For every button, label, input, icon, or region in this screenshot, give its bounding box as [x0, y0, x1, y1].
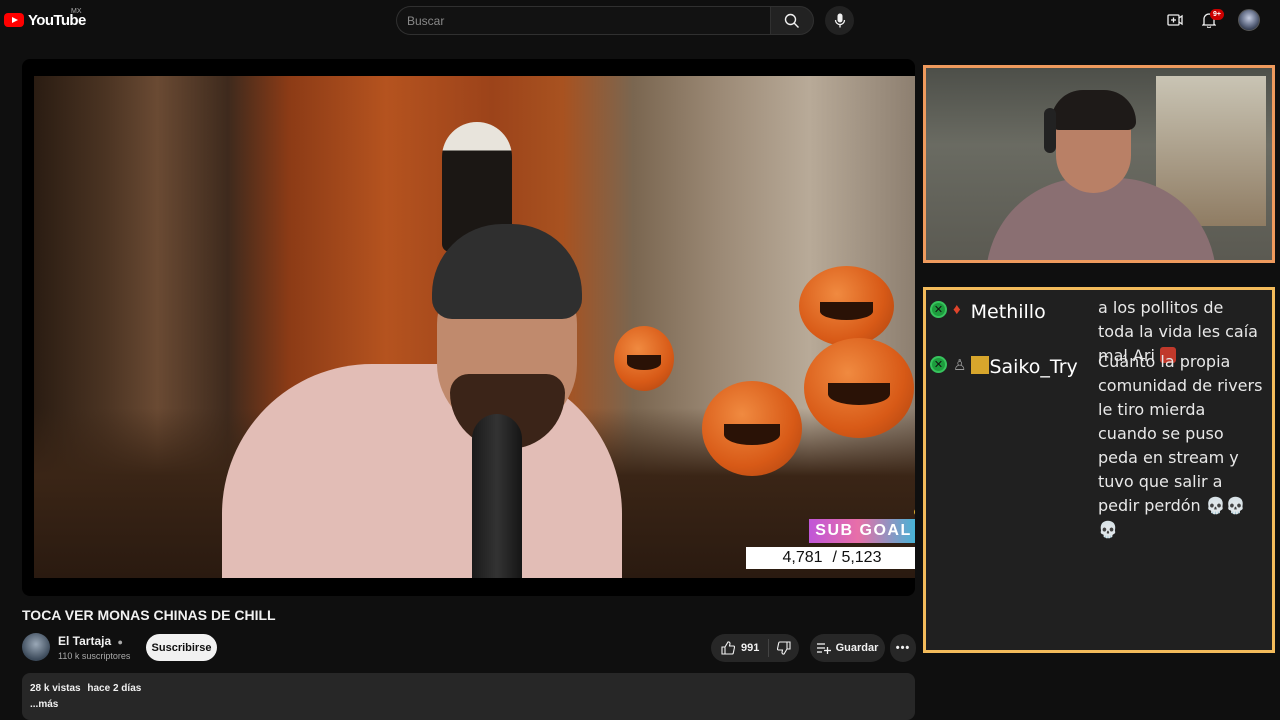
- chat-overlay: ✕ ♦ Methillo a los pollitos de toda la v…: [923, 287, 1275, 653]
- pumpkin: [804, 338, 914, 438]
- verified-icon: ●: [117, 637, 123, 647]
- create-button[interactable]: [1165, 10, 1185, 30]
- pumpkin: [702, 381, 802, 476]
- mic-icon: [834, 13, 845, 28]
- dislike-button[interactable]: [769, 641, 799, 655]
- search-input[interactable]: [407, 13, 770, 28]
- account-avatar[interactable]: [1238, 9, 1260, 31]
- chat-message: ✕ ♙ Saiko_Try: [930, 356, 1078, 378]
- more-horizontal-icon: •••: [895, 642, 911, 654]
- show-more-link[interactable]: ...más: [30, 699, 907, 710]
- search-icon: [784, 13, 799, 28]
- webcam-overlay: [923, 65, 1275, 263]
- like-dislike-group: 991: [711, 634, 799, 662]
- pumpkin: [799, 266, 894, 346]
- chat-message-text: Cuánto la propia comunidad de rivers le …: [1098, 352, 1263, 539]
- headset-icon: [1044, 108, 1056, 153]
- microphone: [472, 414, 522, 578]
- like-count: 991: [741, 642, 760, 654]
- sub-goal-current: 4,781: [782, 549, 823, 566]
- view-count: 28 k vistas: [30, 683, 81, 694]
- chat-divider: [923, 263, 1275, 287]
- chat-username: Methillo: [970, 301, 1046, 323]
- description-meta: 28 k vistas hace 2 días: [30, 683, 907, 694]
- channel-avatar[interactable]: [22, 633, 50, 661]
- thumbs-up-icon: [721, 641, 735, 655]
- voice-search-button[interactable]: [825, 6, 854, 35]
- youtube-play-icon: [4, 13, 24, 27]
- create-icon: [1167, 14, 1183, 26]
- channel-name[interactable]: El Tartaja ●: [58, 634, 123, 648]
- youtube-logo[interactable]: YouTube MX: [4, 8, 86, 30]
- streamer: [182, 224, 662, 578]
- sub-goal-target: / 5,123: [832, 549, 882, 566]
- playlist-add-icon: [816, 643, 831, 654]
- video-player[interactable]: SUB GOAL 4,781 / 5,123: [22, 59, 915, 596]
- chat-username: Saiko_Try: [989, 356, 1078, 378]
- search-box[interactable]: [396, 6, 770, 35]
- like-button[interactable]: 991: [711, 639, 769, 657]
- lock-icon: [914, 508, 915, 516]
- channel-subscribers: 110 k suscriptores: [58, 651, 131, 661]
- subscribe-button[interactable]: Suscribirse: [146, 634, 217, 661]
- search-button[interactable]: [770, 6, 814, 35]
- thumbs-down-icon: [777, 641, 791, 655]
- sub-goal-progress: 4,781 / 5,123: [746, 547, 915, 569]
- notification-badge: 9+: [1210, 9, 1224, 20]
- cam-person-hair: [1051, 90, 1136, 130]
- save-button[interactable]: Guardar: [810, 634, 885, 662]
- xbox-badge-icon: ✕: [930, 301, 947, 318]
- crown-badge-icon: [971, 356, 990, 374]
- xbox-badge-icon: ✕: [930, 356, 947, 373]
- sub-goal-label: SUB GOAL: [809, 519, 915, 543]
- description-box[interactable]: 28 k vistas hace 2 días ...más: [22, 673, 915, 720]
- video-frame[interactable]: SUB GOAL 4,781 / 5,123: [34, 76, 915, 578]
- save-label: Guardar: [835, 642, 879, 654]
- user-badge-icon: ♙: [953, 357, 967, 374]
- more-actions-button[interactable]: •••: [890, 634, 916, 662]
- logo-region: MX: [71, 8, 82, 15]
- chat-message: ✕ ♦ Methillo: [930, 301, 1046, 323]
- video-title: TOCA VER MONAS CHINAS DE CHILL: [22, 607, 276, 623]
- flame-badge-icon: ♦: [953, 301, 961, 318]
- upload-date: hace 2 días: [87, 683, 142, 694]
